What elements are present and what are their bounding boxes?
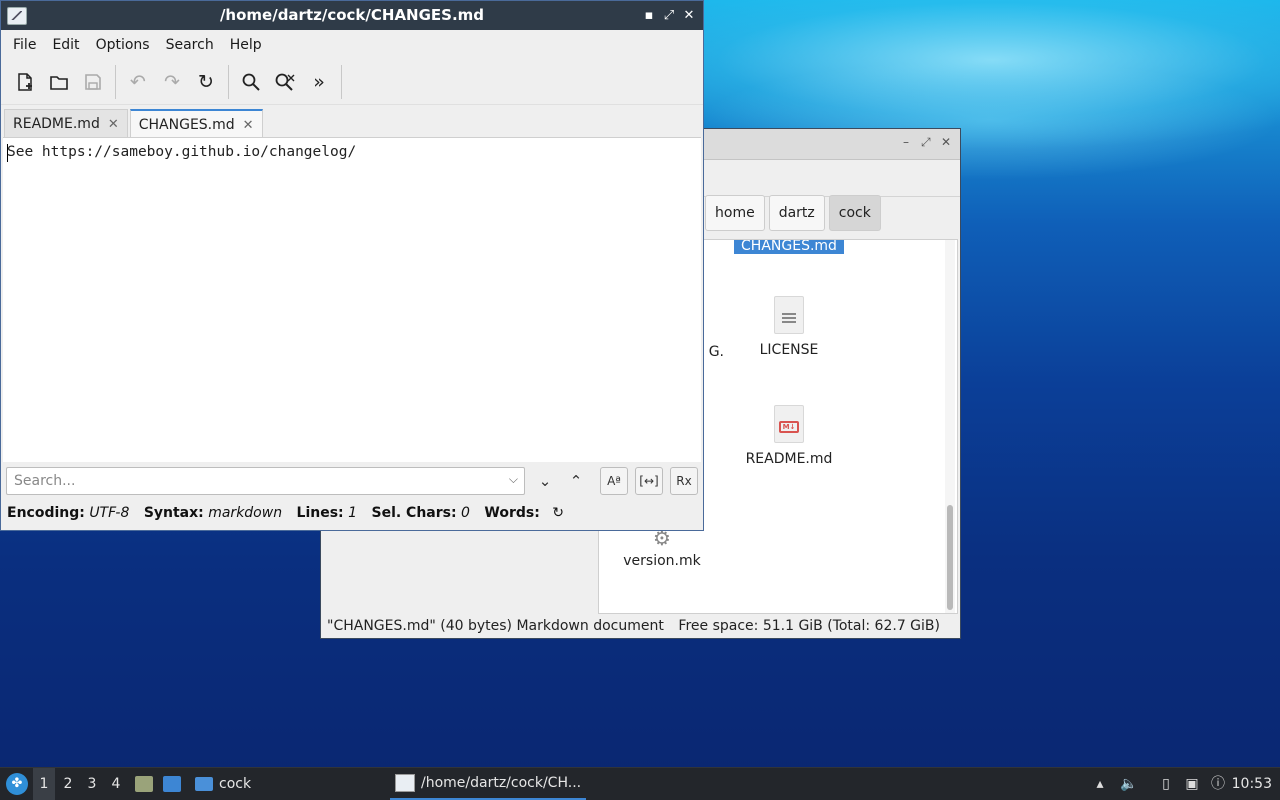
- undo-icon[interactable]: ↶: [122, 66, 154, 98]
- tab-label: README.md: [13, 116, 100, 132]
- editor-toolbar: ↶ ↷ ↻ »: [1, 60, 703, 105]
- window-title: /home/dartz/cock/CHANGES.md: [219, 6, 485, 24]
- new-file-icon[interactable]: [9, 66, 41, 98]
- editor-statusbar: Encoding: UTF-8 Syntax: markdown Lines: …: [7, 505, 564, 521]
- task-editor[interactable]: /home/dartz/cock/CH...: [390, 768, 586, 800]
- breadcrumb-cock[interactable]: cock: [828, 195, 881, 231]
- find-bar: ⌵ ⌄ ⌃ Aª [↔] Rx: [1, 463, 703, 501]
- tab-readme[interactable]: README.md ✕: [4, 109, 128, 139]
- match-case-icon[interactable]: Aª: [600, 467, 628, 495]
- volume-icon[interactable]: 🔈: [1120, 776, 1137, 792]
- close-icon[interactable]: ✕: [679, 1, 699, 30]
- tab-label: CHANGES.md: [138, 117, 235, 133]
- selchars-value: 0: [461, 505, 470, 521]
- syntax-value: markdown: [208, 505, 283, 521]
- whole-word-icon[interactable]: [↔]: [635, 467, 663, 495]
- selection-info: "CHANGES.md" (40 bytes) Markdown documen…: [327, 618, 664, 634]
- toolbar-separator: [115, 65, 116, 99]
- close-tab-icon[interactable]: ✕: [243, 111, 254, 140]
- network-icon[interactable]: ▣: [1184, 776, 1200, 792]
- editor-icon: [395, 774, 415, 792]
- notification-icon[interactable]: ⓘ: [1210, 776, 1226, 792]
- maximize-icon[interactable]: ⤢: [659, 1, 679, 30]
- maximize-icon[interactable]: ⤢: [921, 135, 931, 150]
- find-next-icon[interactable]: ⌄: [531, 467, 559, 495]
- open-file-icon[interactable]: [43, 66, 75, 98]
- reload-icon[interactable]: ↻: [190, 66, 222, 98]
- file-label: README.md: [745, 451, 833, 467]
- regex-icon[interactable]: Rx: [670, 467, 698, 495]
- words-label: Words:: [484, 505, 540, 521]
- task-label: cock: [219, 776, 252, 792]
- toolbar-separator: [228, 65, 229, 99]
- menubar: File Edit Options Search Help: [1, 30, 703, 60]
- minimize-icon[interactable]: –: [903, 135, 909, 149]
- file-item-readme[interactable]: M↓ README.md: [734, 405, 844, 467]
- selchars-label: Sel. Chars:: [371, 505, 457, 521]
- taskbar: ✤ 1 2 3 4 cock /home/dartz/cock/CH... ▴ …: [0, 767, 1280, 800]
- workspace-2[interactable]: 2: [57, 768, 79, 800]
- tray-up-icon[interactable]: ▴: [1092, 776, 1108, 792]
- breadcrumb-dartz[interactable]: dartz: [768, 195, 825, 231]
- workspace-4[interactable]: 4: [105, 768, 127, 800]
- editor-window: /home/dartz/cock/CHANGES.md ▪ ⤢ ✕ File E…: [0, 0, 704, 531]
- minimize-icon[interactable]: ▪: [639, 1, 659, 30]
- menu-edit[interactable]: Edit: [44, 37, 87, 53]
- show-desktop-icon[interactable]: [163, 776, 181, 792]
- text-file-icon: [774, 296, 804, 334]
- start-menu-icon[interactable]: ✤: [6, 773, 28, 795]
- file-manager-statusbar: "CHANGES.md" (40 bytes) Markdown documen…: [321, 614, 960, 638]
- file-item-version[interactable]: ⚙ version.mk: [607, 527, 717, 569]
- workspace-3[interactable]: 3: [81, 768, 103, 800]
- file-item-changes[interactable]: CHANGES.md: [734, 240, 844, 254]
- syntax-label: Syntax:: [143, 505, 204, 521]
- tab-bar: README.md ✕ CHANGES.md ✕: [1, 105, 703, 140]
- replace-icon[interactable]: [269, 66, 301, 98]
- redo-icon[interactable]: ↷: [156, 66, 188, 98]
- find-icon[interactable]: [235, 66, 267, 98]
- file-label: LICENSE: [759, 342, 819, 358]
- breadcrumb: home dartz cock: [705, 195, 881, 231]
- text-caret: [7, 144, 8, 162]
- folder-icon: [195, 777, 213, 791]
- search-input[interactable]: [12, 468, 496, 494]
- text-editor-area[interactable]: See https://sameboy.github.io/changelog/: [3, 137, 701, 462]
- task-label: /home/dartz/cock/CH...: [421, 775, 582, 791]
- encoding-value: UTF-8: [89, 505, 130, 521]
- close-icon[interactable]: ✕: [941, 135, 951, 149]
- scrollbar-thumb[interactable]: [947, 505, 953, 610]
- close-tab-icon[interactable]: ✕: [108, 110, 119, 139]
- menu-search[interactable]: Search: [158, 37, 222, 53]
- lines-value: 1: [348, 505, 358, 521]
- menu-file[interactable]: File: [5, 37, 44, 53]
- editor-titlebar[interactable]: /home/dartz/cock/CHANGES.md ▪ ⤢ ✕: [1, 1, 703, 30]
- lines-label: Lines:: [296, 505, 344, 521]
- find-previous-icon[interactable]: ⌃: [562, 467, 590, 495]
- file-label: version.mk: [623, 553, 701, 569]
- workspace-1[interactable]: 1: [33, 768, 55, 800]
- file-label: CHANGES.md: [734, 240, 844, 254]
- refresh-words-icon[interactable]: ↻: [552, 505, 564, 521]
- file-manager-launcher-icon[interactable]: [135, 776, 153, 792]
- chevron-down-icon[interactable]: ⌵: [509, 472, 518, 487]
- free-space-info: Free space: 51.1 GiB (Total: 62.7 GiB): [678, 618, 940, 634]
- task-file-manager[interactable]: cock: [195, 768, 251, 800]
- encoding-label: Encoding:: [7, 505, 85, 521]
- save-icon[interactable]: [77, 66, 109, 98]
- editor-text-line: See https://sameboy.github.io/changelog/: [7, 144, 357, 160]
- menu-options[interactable]: Options: [88, 37, 158, 53]
- breadcrumb-home[interactable]: home: [705, 195, 765, 231]
- clock[interactable]: 10:53: [1232, 768, 1272, 800]
- toolbar-separator: [341, 65, 342, 99]
- markdown-file-icon: M↓: [774, 405, 804, 443]
- vertical-scrollbar[interactable]: [945, 240, 955, 613]
- more-icon[interactable]: »: [303, 66, 335, 98]
- clipboard-icon[interactable]: ▯: [1158, 776, 1174, 792]
- file-item-license[interactable]: LICENSE: [734, 296, 844, 358]
- menu-help[interactable]: Help: [222, 37, 270, 53]
- tab-changes[interactable]: CHANGES.md ✕: [129, 109, 263, 140]
- search-field[interactable]: ⌵: [6, 467, 525, 495]
